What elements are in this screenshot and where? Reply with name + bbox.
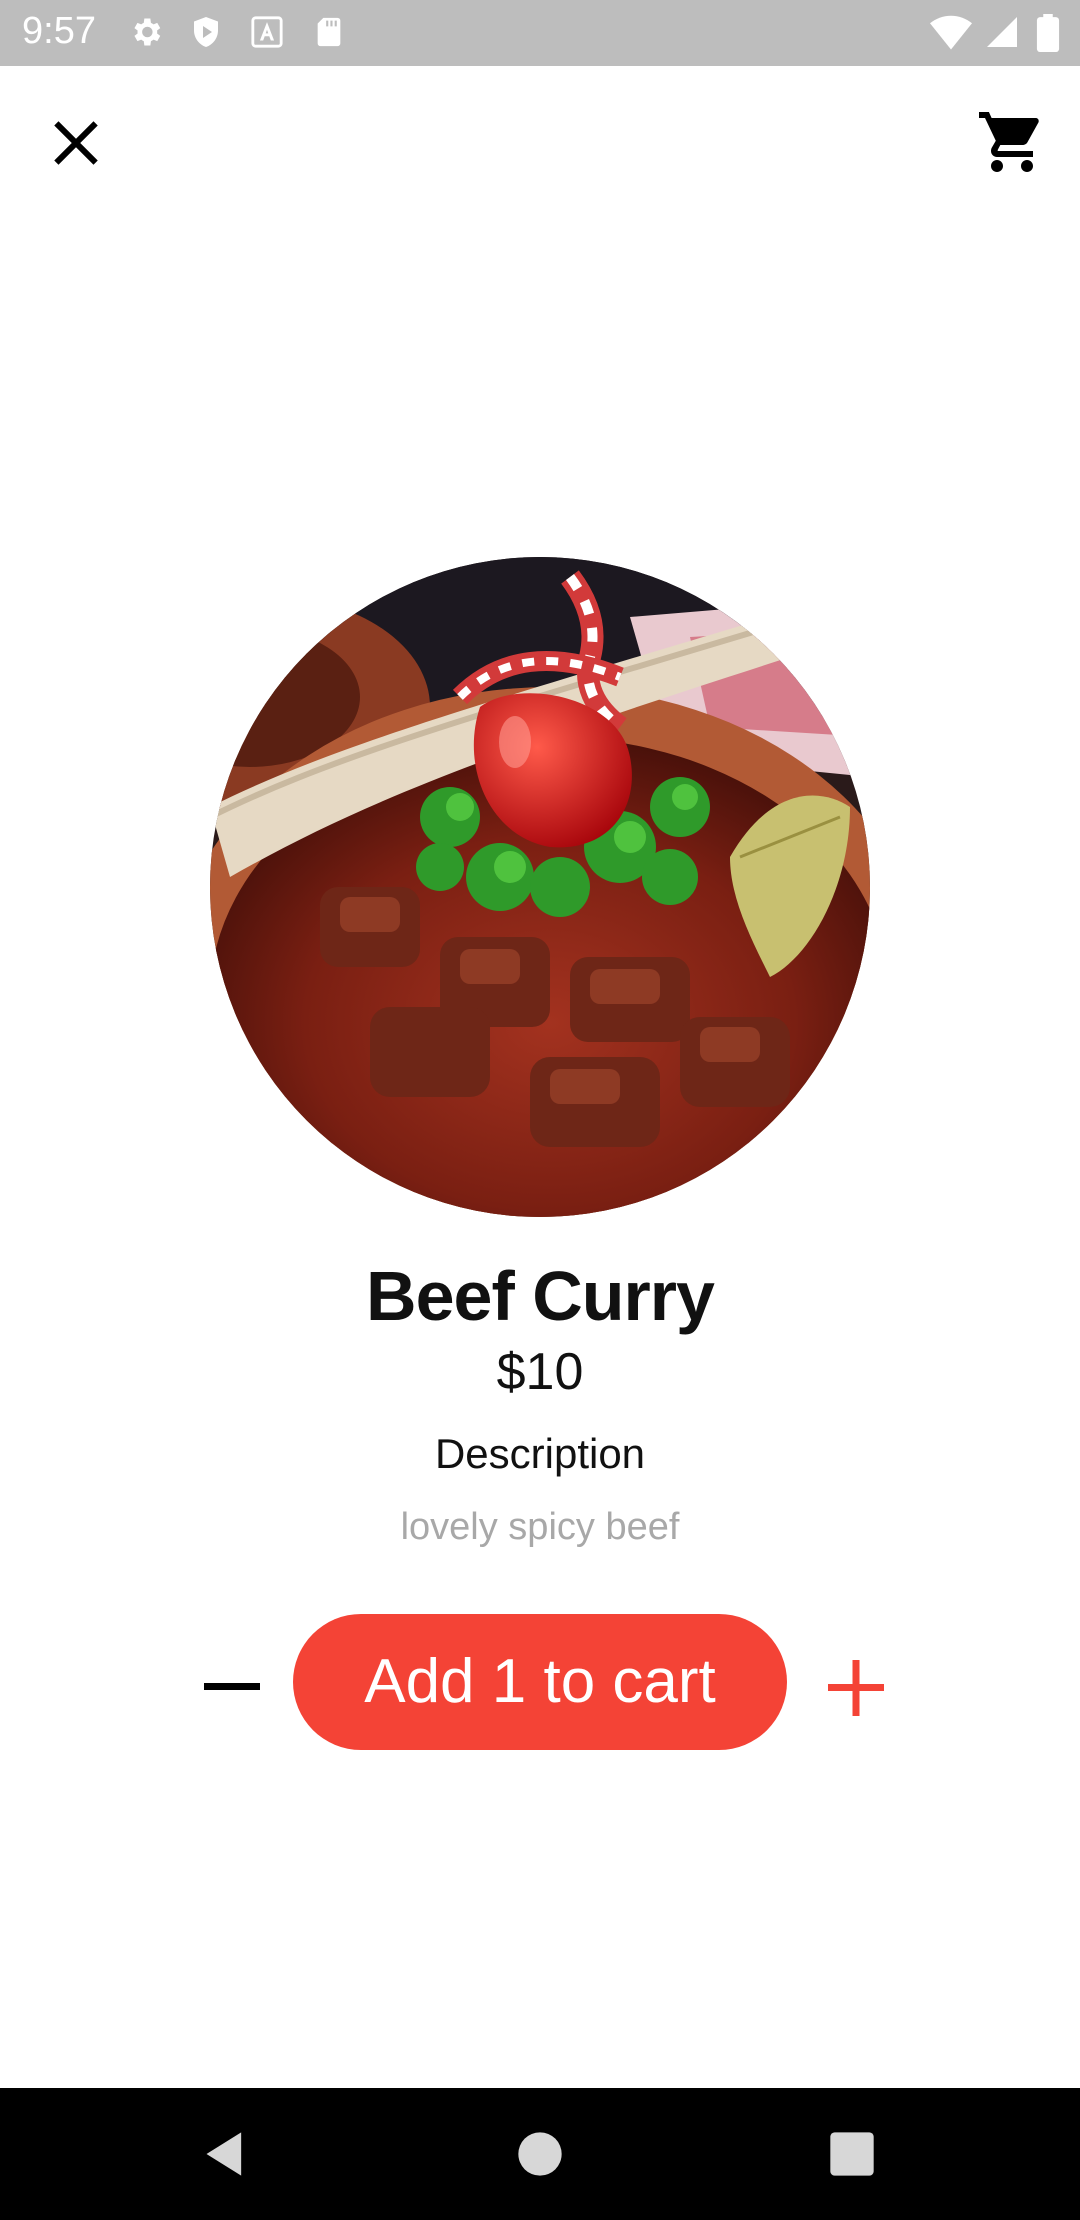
dish-name: Beef Curry <box>366 1257 715 1335</box>
navigation-bar <box>0 2088 1080 2220</box>
battery-icon <box>1036 14 1060 52</box>
status-bar: 9:57 <box>0 0 1080 66</box>
plus-icon[interactable] <box>824 1656 888 1720</box>
description-heading: Description <box>434 1430 646 1477</box>
dish-price: $10 <box>496 1343 584 1401</box>
sd-card-icon <box>317 17 341 47</box>
back-icon[interactable] <box>200 2128 252 2180</box>
shopping-cart-icon[interactable] <box>976 106 1048 178</box>
settings-icon <box>134 18 161 46</box>
home-icon[interactable] <box>514 2128 566 2180</box>
close-icon[interactable] <box>46 113 106 173</box>
recents-icon[interactable] <box>826 2128 878 2180</box>
status-time: 9:57 <box>22 10 96 52</box>
minus-icon[interactable] <box>196 1660 268 1712</box>
description-text: lovely spicy beef <box>400 1506 680 1548</box>
signal-icon <box>987 17 1017 47</box>
shield-play-icon <box>194 17 218 47</box>
font-a-icon <box>251 16 283 48</box>
dish-image <box>210 557 870 1217</box>
wifi-icon <box>930 15 972 50</box>
add-to-cart-button[interactable]: Add 1 to cart <box>293 1614 787 1750</box>
